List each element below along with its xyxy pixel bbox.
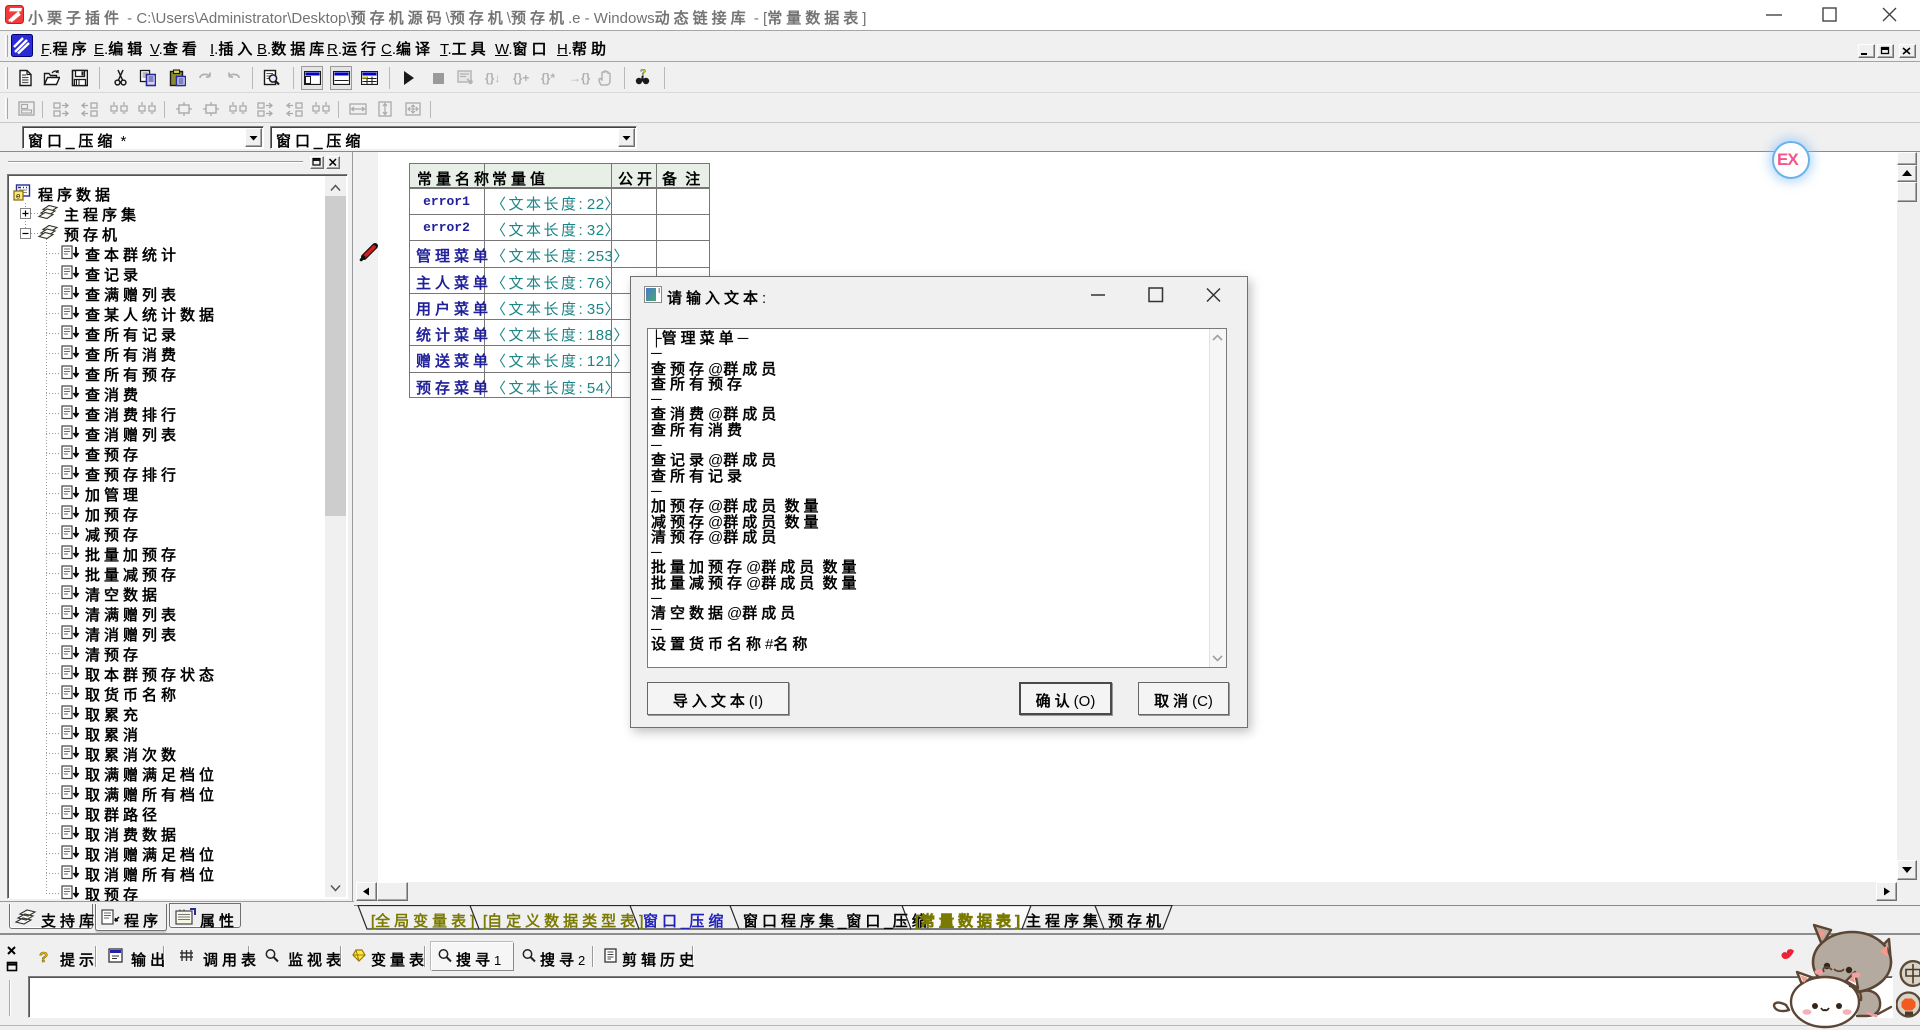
svg-text:e: e <box>16 192 21 201</box>
svg-text:?: ? <box>39 949 48 963</box>
